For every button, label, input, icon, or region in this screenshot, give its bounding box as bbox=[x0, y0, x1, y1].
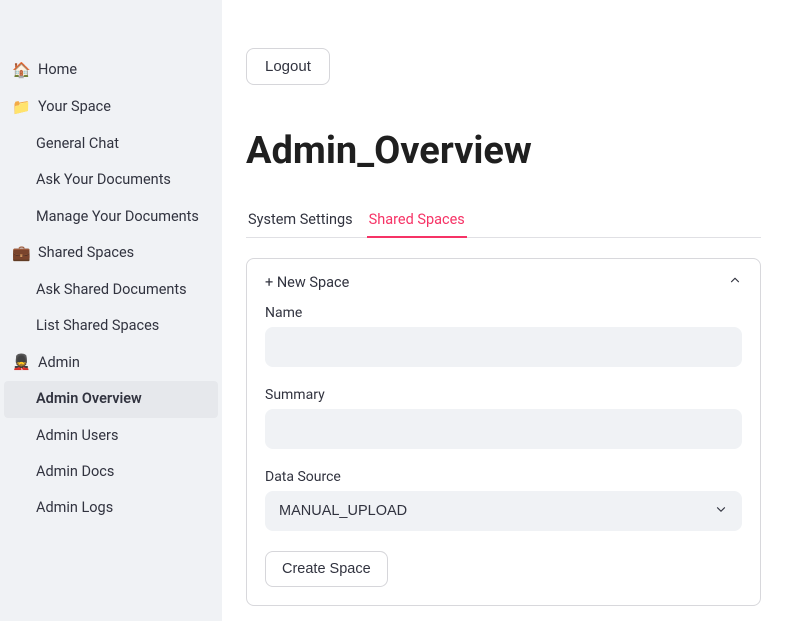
sidebar-item-label: Ask Shared Documents bbox=[36, 280, 187, 300]
sidebar-item-shared-spaces[interactable]: 💼 Shared Spaces bbox=[0, 235, 222, 272]
create-space-button[interactable]: Create Space bbox=[265, 551, 388, 587]
sidebar-item-label: Manage Your Documents bbox=[36, 207, 199, 227]
sidebar-item-label: Admin Users bbox=[36, 426, 118, 446]
sidebar: 🏠 Home 📁 Your Space General Chat Ask Your Doc… bbox=[0, 0, 222, 621]
sidebar-item-manage-your-documents[interactable]: Manage Your Documents bbox=[0, 199, 222, 235]
chevron-up-icon bbox=[728, 273, 742, 291]
sidebar-item-admin[interactable]: 💂 Admin bbox=[0, 344, 222, 381]
sidebar-icon: 🏠 bbox=[12, 60, 32, 81]
sidebar-item-your-space[interactable]: 📁 Your Space bbox=[0, 89, 222, 126]
sidebar-item-label: Admin Docs bbox=[36, 462, 114, 482]
sidebar-item-label: General Chat bbox=[36, 134, 119, 154]
tab-shared-spaces[interactable]: Shared Spaces bbox=[367, 203, 467, 238]
sidebar-icon: 💼 bbox=[12, 243, 32, 264]
new-space-expander: + New Space Name Summary Data Source MAN… bbox=[246, 258, 761, 606]
sidebar-item-label: Admin Overview bbox=[36, 389, 142, 409]
sidebar-item-ask-your-documents[interactable]: Ask Your Documents bbox=[0, 162, 222, 198]
expander-title: + New Space bbox=[265, 274, 349, 291]
sidebar-icon: 📁 bbox=[12, 97, 32, 118]
sidebar-item-label: Home bbox=[38, 60, 77, 80]
sidebar-item-list-shared-spaces[interactable]: List Shared Spaces bbox=[0, 308, 222, 344]
name-input[interactable] bbox=[265, 327, 742, 367]
data-source-select[interactable]: MANUAL_UPLOAD bbox=[265, 491, 742, 531]
summary-input[interactable] bbox=[265, 409, 742, 449]
sidebar-item-admin-docs[interactable]: Admin Docs bbox=[0, 454, 222, 490]
sidebar-item-general-chat[interactable]: General Chat bbox=[0, 126, 222, 162]
sidebar-item-admin-overview[interactable]: Admin Overview bbox=[4, 381, 218, 417]
sidebar-item-label: Admin Logs bbox=[36, 498, 113, 518]
sidebar-item-label: List Shared Spaces bbox=[36, 316, 159, 336]
sidebar-item-label: Ask Your Documents bbox=[36, 170, 171, 190]
sidebar-icon: 💂 bbox=[12, 352, 32, 373]
sidebar-item-label: Admin bbox=[38, 353, 80, 373]
sidebar-item-admin-logs[interactable]: Admin Logs bbox=[0, 490, 222, 526]
sidebar-item-home[interactable]: 🏠 Home bbox=[0, 52, 222, 89]
sidebar-item-label: Shared Spaces bbox=[38, 243, 134, 263]
logout-button[interactable]: Logout bbox=[246, 48, 330, 85]
data-source-label: Data Source bbox=[265, 469, 742, 485]
page-title: Admin_Overview bbox=[246, 129, 761, 173]
expander-header[interactable]: + New Space bbox=[265, 273, 742, 291]
sidebar-item-admin-users[interactable]: Admin Users bbox=[0, 418, 222, 454]
sidebar-item-ask-shared-documents[interactable]: Ask Shared Documents bbox=[0, 272, 222, 308]
main-content: Logout Admin_Overview System Settings Sha… bbox=[222, 0, 785, 621]
tab-system-settings[interactable]: System Settings bbox=[246, 203, 355, 238]
data-source-select-wrap: MANUAL_UPLOAD bbox=[265, 491, 742, 531]
summary-label: Summary bbox=[265, 387, 742, 403]
tabs: System Settings Shared Spaces bbox=[246, 203, 761, 238]
name-label: Name bbox=[265, 305, 742, 321]
sidebar-item-label: Your Space bbox=[38, 97, 111, 117]
